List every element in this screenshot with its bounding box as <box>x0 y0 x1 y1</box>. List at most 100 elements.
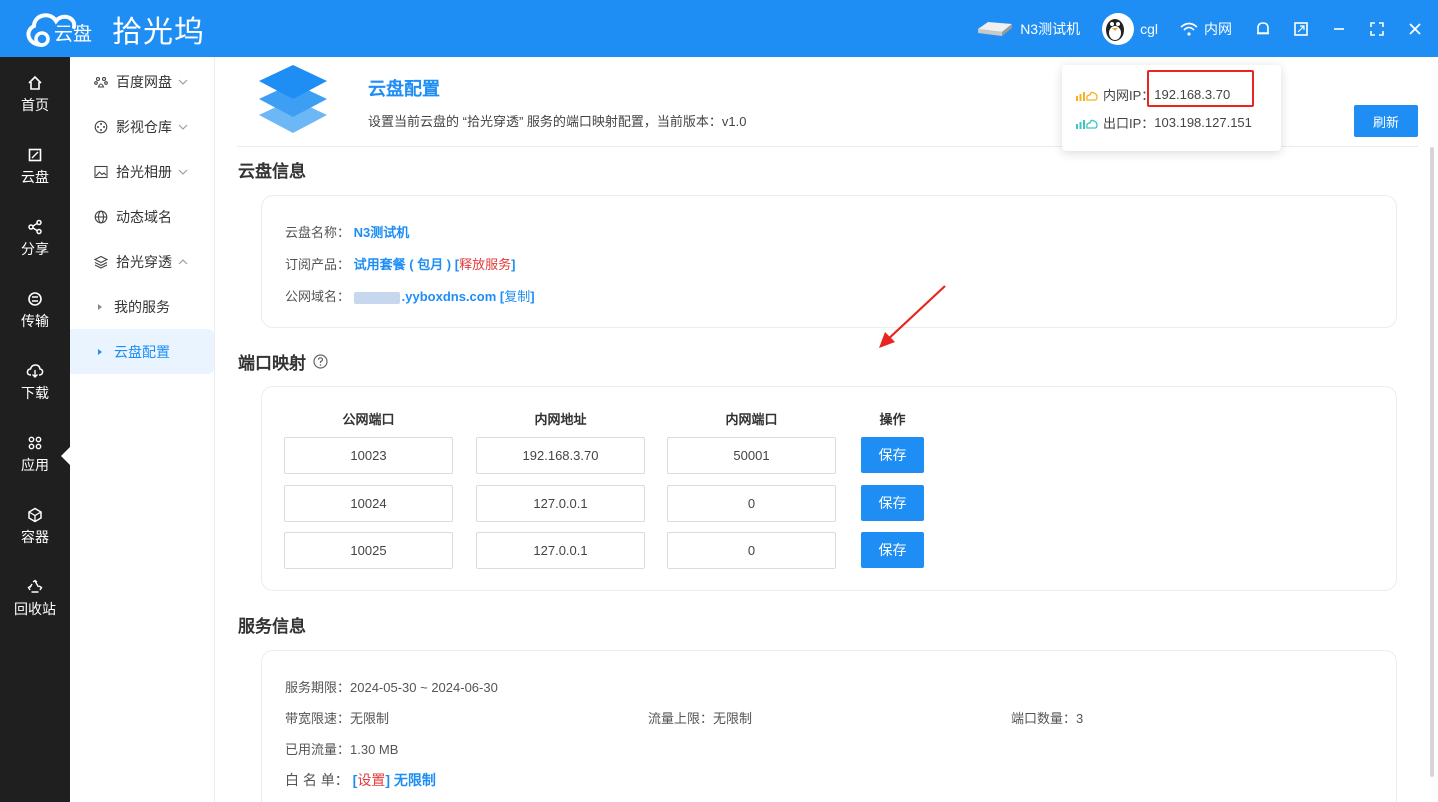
maximize-button[interactable] <box>1368 20 1386 38</box>
hard-drive-icon <box>978 21 1013 36</box>
page-title: 云盘配置 <box>368 79 440 99</box>
service-period-row: 服务期限：2024-05-30 ~ 2024-06-30 <box>285 677 498 696</box>
used-traffic-label: 已用流量： <box>285 742 351 757</box>
device-name: N3测试机 <box>1020 20 1081 37</box>
logo-text: 云盘 <box>54 24 93 45</box>
lan-port-input[interactable]: 50001 <box>667 437 836 474</box>
rail-item-home[interactable]: 首页 <box>0 73 70 123</box>
used-traffic-row: 已用流量：1.30 MB <box>285 739 398 758</box>
signal-cloud-icon <box>1076 119 1098 129</box>
close-button[interactable] <box>1406 20 1424 38</box>
copy-domain-link[interactable]: 复制 <box>504 289 530 304</box>
refresh-button[interactable]: 刷新 <box>1354 105 1418 137</box>
share-icon <box>28 219 42 235</box>
header-public-port: 公网端口 <box>342 412 395 427</box>
window-mode-button[interactable] <box>1292 20 1310 38</box>
port-count-value: 3 <box>1076 711 1084 726</box>
window-icon <box>1294 21 1308 36</box>
device-selector[interactable]: N3测试机 <box>976 19 1080 39</box>
film-reel-icon <box>94 120 108 133</box>
rail-label-cloud: 云盘 <box>21 169 49 185</box>
save-button[interactable]: 保存 <box>861 437 924 473</box>
public-port-input[interactable]: 10025 <box>284 532 453 569</box>
rail-item-share[interactable]: 分享 <box>0 217 70 267</box>
section-title-service-info: 服务信息 <box>238 617 306 636</box>
network-status[interactable]: 内网 <box>1180 19 1232 39</box>
release-bracket-close: ] <box>511 257 516 272</box>
service-info-card: 服务期限：2024-05-30 ~ 2024-06-30 带宽限速：无限制 流量… <box>261 650 1397 802</box>
lan-address-input[interactable]: 192.168.3.70 <box>476 437 645 474</box>
submenu-item-cloud-config[interactable]: 云盘配置 <box>70 329 214 374</box>
help-icon[interactable] <box>313 354 328 369</box>
cloud-name-label: 云盘名称： <box>285 225 351 240</box>
submenu-label-cloud-config: 云盘配置 <box>114 343 170 360</box>
wan-ip-label: 出口IP： <box>1103 116 1155 131</box>
app-logo: 云盘 拾光坞 <box>20 6 205 52</box>
bullet-icon <box>98 348 102 355</box>
rail-item-cloud[interactable]: 云盘 <box>0 145 70 195</box>
signal-cloud-icon <box>1076 91 1098 101</box>
submenu-item-my-services[interactable]: 我的服务 <box>70 284 215 329</box>
product-label: 订阅产品： <box>285 257 351 272</box>
lan-port-input[interactable]: 0 <box>667 485 836 522</box>
user-menu[interactable]: cgl <box>1102 12 1158 45</box>
minimize-button[interactable] <box>1330 20 1348 38</box>
bandwidth-value: 无限制 <box>350 711 390 726</box>
port-count-label: 端口数量： <box>1011 711 1077 726</box>
submenu-item-penetration[interactable]: 拾光穿透 <box>70 239 215 284</box>
annotation-arrow-icon <box>879 285 946 348</box>
cloud-name-value: N3测试机 <box>353 225 410 240</box>
submenu-item-ddns[interactable]: 动态域名 <box>70 194 215 239</box>
stacked-layers-logo-icon <box>259 65 327 133</box>
lan-port-input[interactable]: 0 <box>667 532 836 569</box>
copy-bracket-close: ] <box>530 289 535 304</box>
rail-label-apps: 应用 <box>21 457 49 473</box>
notification-button[interactable] <box>1254 20 1272 38</box>
traffic-limit-row: 流量上限：无限制 <box>648 708 752 727</box>
sub-menu: 百度网盘 影视仓库 拾光相册 动态域名 拾光穿透 我的服务 云盘配置 <box>70 57 215 802</box>
submenu-item-video[interactable]: 影视仓库 <box>70 104 215 149</box>
rail-item-transfer[interactable]: 传输 <box>0 289 70 339</box>
minimize-icon <box>1334 27 1344 30</box>
submenu-label-video: 影视仓库 <box>116 118 172 135</box>
whitelist-value: 无限制 <box>393 772 436 788</box>
whitelist-row: 白 名 单： [设置] 无限制 <box>285 770 436 790</box>
whitelist-settings-link[interactable]: 设置 <box>357 772 385 788</box>
rail-item-download[interactable]: 下载 <box>0 361 70 411</box>
bandwidth-row: 带宽限速：无限制 <box>285 708 389 727</box>
vertical-scrollbar[interactable] <box>1430 147 1434 777</box>
penguin-avatar-icon <box>1106 18 1125 41</box>
rail-item-apps[interactable]: 应用 <box>0 433 70 483</box>
domain-value: .yyboxdns.com <box>401 289 497 304</box>
rail-item-container[interactable]: 容器 <box>0 505 70 555</box>
save-button[interactable]: 保存 <box>861 485 924 521</box>
close-icon <box>1409 22 1421 35</box>
submenu-item-baidu[interactable]: 百度网盘 <box>70 59 215 104</box>
lan-address-input[interactable]: 127.0.0.1 <box>476 532 645 569</box>
info-row-name: 云盘名称： N3测试机 <box>285 222 409 241</box>
main-content: 云盘配置 设置当前云盘的 “拾光穿透” 服务的端口映射配置，当前版本：v1.0 … <box>215 57 1438 802</box>
highlight-box <box>1147 70 1254 107</box>
rail-label-container: 容器 <box>21 529 49 545</box>
public-port-input[interactable]: 10024 <box>284 485 453 522</box>
header-lan-address: 内网地址 <box>534 412 587 427</box>
paw-icon <box>94 76 108 88</box>
chevron-down-icon <box>178 79 188 85</box>
redacted-subdomain <box>353 291 400 304</box>
page-description: 设置当前云盘的 “拾光穿透” 服务的端口映射配置，当前版本：v1.0 <box>368 114 747 129</box>
release-service-link[interactable]: 释放服务 <box>459 257 511 272</box>
whitelist-bracket-close: ] <box>385 772 391 788</box>
product-value: 试用套餐 ( 包月 ) <box>353 257 452 272</box>
public-port-input[interactable]: 10023 <box>284 437 453 474</box>
submenu-label-ddns: 动态域名 <box>116 208 172 225</box>
rail-label-share: 分享 <box>21 241 49 257</box>
rail-item-recycle[interactable]: 回收站 <box>0 577 70 627</box>
submenu-item-album[interactable]: 拾光相册 <box>70 149 215 194</box>
chevron-down-icon <box>178 169 188 175</box>
chevron-up-icon <box>178 258 188 264</box>
lan-address-input[interactable]: 127.0.0.1 <box>476 485 645 522</box>
domain-label: 公网域名： <box>285 289 351 304</box>
fullscreen-icon <box>1370 21 1384 36</box>
save-button[interactable]: 保存 <box>861 532 924 568</box>
apps-grid-icon <box>28 436 42 450</box>
